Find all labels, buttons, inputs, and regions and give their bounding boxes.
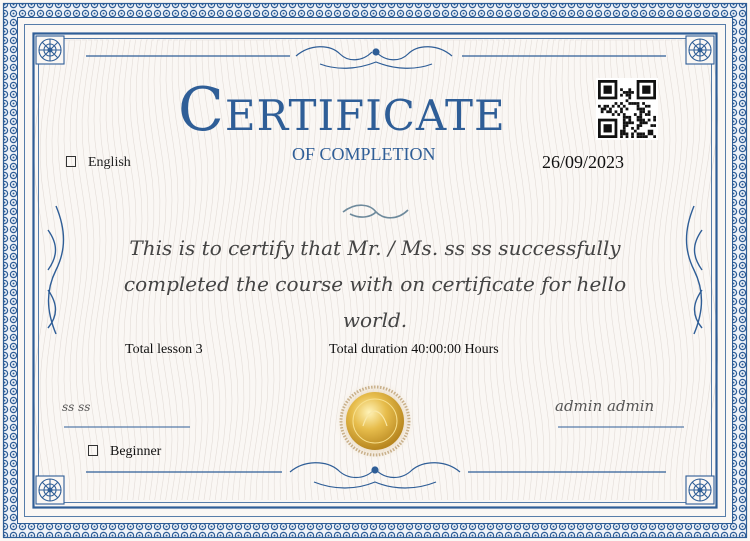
level-icon — [88, 445, 98, 456]
admin-signature: admin admin — [555, 397, 655, 415]
total-duration: Total duration 40:00:00 Hours — [329, 342, 499, 357]
certificate-subtitle: OF COMPLETION — [292, 144, 436, 164]
certificate-title: Certificate — [178, 75, 506, 145]
language-value: English — [88, 155, 131, 170]
qr-code-icon — [596, 78, 658, 140]
total-lesson: Total lesson 3 — [125, 342, 203, 357]
student-signature: ss ss — [62, 400, 91, 414]
certificate: Certificate OF COMPLETION English 26/09/… — [0, 0, 750, 541]
certificate-statement: This is to certify that Mr. / Ms. ss ss … — [123, 236, 627, 332]
level-value: Beginner — [110, 444, 162, 459]
globe-icon — [66, 156, 76, 167]
level-label: Beginner — [88, 444, 161, 460]
issue-date: 26/09/2023 — [542, 152, 625, 172]
language-label: English — [66, 155, 131, 171]
gold-seal-icon — [333, 379, 417, 463]
